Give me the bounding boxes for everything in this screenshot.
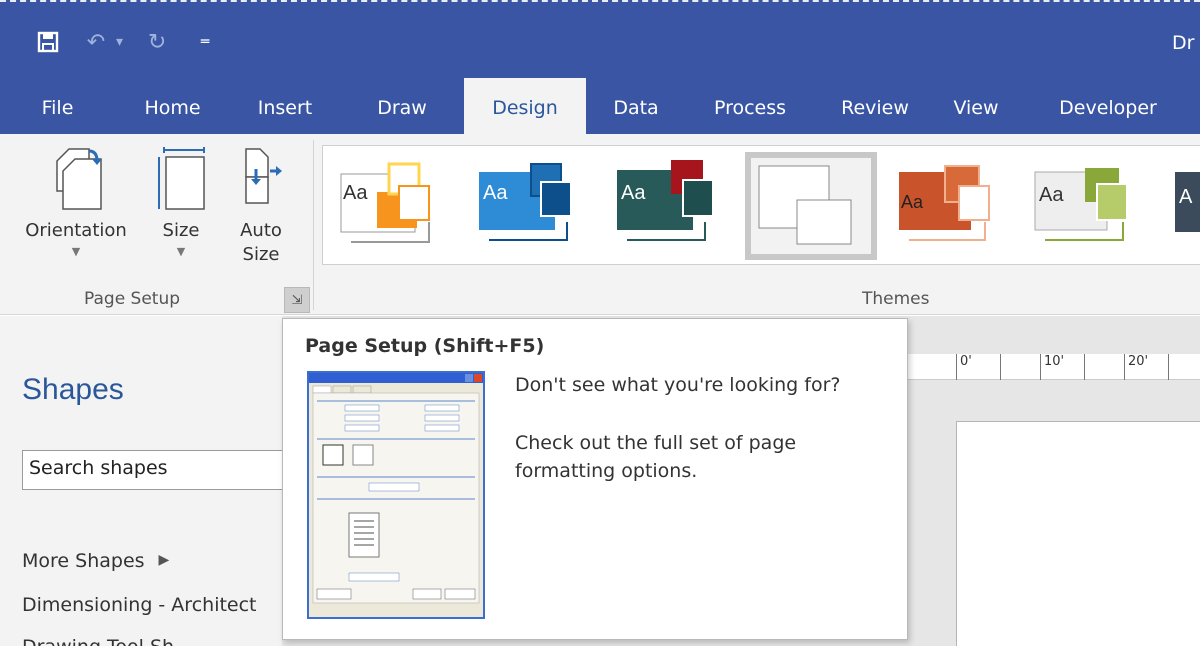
theme-item[interactable]: Aa xyxy=(885,152,1017,260)
search-shapes-input[interactable]: Search shapes xyxy=(22,450,284,490)
theme-sample-text: Aa xyxy=(1039,184,1064,206)
page-setup-dialog-launcher[interactable]: ⇲ xyxy=(284,287,310,313)
orientation-button[interactable]: Orientation ▼ xyxy=(16,147,136,261)
theme-item[interactable]: Aa xyxy=(609,152,741,260)
customize-quick-access-icon[interactable]: ═ xyxy=(191,28,219,56)
stencil-item[interactable]: Drawing Tool Sh xyxy=(22,636,174,646)
tab-data[interactable]: Data xyxy=(586,78,686,134)
theme-sample-text: Aa xyxy=(901,192,924,212)
stencil-item[interactable]: Dimensioning - Architect xyxy=(22,594,257,616)
theme-item[interactable]: Aa xyxy=(333,152,465,260)
theme-sample-text: A xyxy=(1179,186,1193,208)
ruler-label: 20' xyxy=(1128,354,1149,369)
page-size-icon xyxy=(158,147,205,210)
orientation-icon xyxy=(56,148,102,210)
tab-insert[interactable]: Insert xyxy=(230,78,340,134)
tab-draw[interactable]: Draw xyxy=(340,78,464,134)
tab-file[interactable]: File xyxy=(0,78,115,134)
theme-item[interactable]: Aa xyxy=(471,152,603,260)
quick-access-toolbar: ↶ ▾ ↻ ═ xyxy=(34,22,219,62)
tooltip-line-1: Don't see what you're looking for? xyxy=(515,374,841,396)
tab-review[interactable]: Review xyxy=(814,78,936,134)
drawing-page[interactable] xyxy=(956,421,1200,646)
tab-developer[interactable]: Developer xyxy=(1016,78,1200,134)
undo-dropdown-icon[interactable]: ▾ xyxy=(116,34,123,50)
ruler-tick xyxy=(1000,354,1001,380)
theme-item-selected[interactable] xyxy=(745,152,877,260)
chevron-down-icon: ▼ xyxy=(176,245,186,258)
save-icon[interactable] xyxy=(34,28,62,56)
tab-design[interactable]: Design xyxy=(464,78,586,134)
themes-group-label: Themes xyxy=(862,289,930,309)
chevron-down-icon: ▼ xyxy=(71,245,81,258)
tooltip-line-2: Check out the full set of page formattin… xyxy=(515,432,797,482)
horizontal-ruler: 0' 10' 20' xyxy=(906,354,1200,380)
ruler-tick xyxy=(956,354,957,380)
more-shapes-menu[interactable]: More Shapes ▶ xyxy=(22,550,169,572)
auto-size-button[interactable]: Auto Size xyxy=(228,147,294,267)
ruler-label: 0' xyxy=(960,354,972,369)
ribbon-tabs: File Home Insert Draw Design Data Proces… xyxy=(0,78,1200,134)
size-button[interactable]: Size ▼ xyxy=(152,147,210,261)
tooltip-title: Page Setup (Shift+F5) xyxy=(305,335,545,357)
size-label: Size xyxy=(162,220,200,241)
page-setup-tooltip: Page Setup (Shift+F5) Don't see what you… xyxy=(282,318,908,640)
theme-sample-text: Aa xyxy=(483,182,508,204)
orientation-label: Orientation xyxy=(25,220,127,241)
theme-item[interactable]: Aa xyxy=(1027,152,1159,260)
more-shapes-label: More Shapes xyxy=(22,550,145,572)
shapes-panel-title: Shapes xyxy=(22,373,124,406)
ruler-label: 10' xyxy=(1044,354,1065,369)
themes-gallery: Aa Aa Aa Aa Aa A xyxy=(322,145,1200,265)
ruler-tick xyxy=(1168,354,1169,380)
tab-process[interactable]: Process xyxy=(686,78,814,134)
undo-icon[interactable]: ↶ xyxy=(82,28,110,56)
theme-sample-text: Aa xyxy=(343,182,368,204)
auto-size-label-line1: Auto xyxy=(240,220,282,241)
auto-size-label-line2: Size xyxy=(242,244,280,265)
ruler-tick xyxy=(1040,354,1041,380)
ruler-tick xyxy=(1124,354,1125,380)
theme-item[interactable]: A xyxy=(1169,152,1200,260)
chevron-right-icon: ▶ xyxy=(158,552,170,568)
group-separator xyxy=(313,140,314,310)
title-bar: ↶ ▾ ↻ ═ Dr xyxy=(0,0,1200,78)
page-setup-dialog-preview-image xyxy=(307,371,485,619)
redo-icon[interactable]: ↻ xyxy=(143,28,171,56)
auto-size-icon xyxy=(245,148,282,204)
tab-home[interactable]: Home xyxy=(115,78,230,134)
theme-sample-text: Aa xyxy=(621,182,646,204)
window-title: Dr xyxy=(1172,32,1195,54)
page-setup-group-label: Page Setup xyxy=(84,289,181,309)
tab-view[interactable]: View xyxy=(936,78,1016,134)
ruler-tick xyxy=(1084,354,1085,380)
dialog-launcher-icon: ⇲ xyxy=(291,292,303,308)
